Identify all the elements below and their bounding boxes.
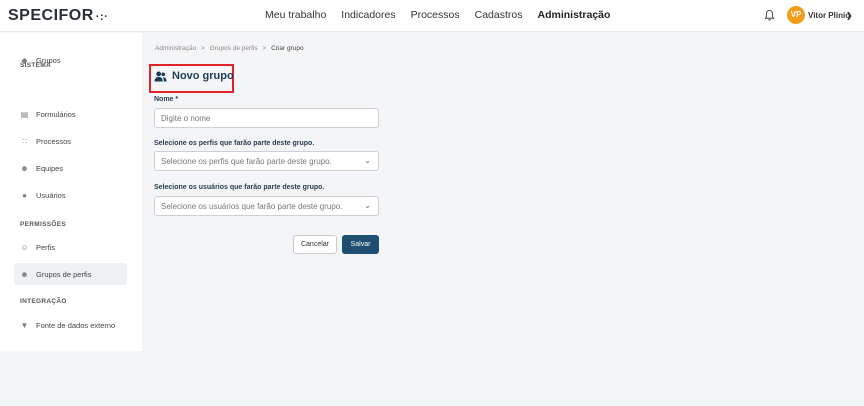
sidebar-item-label: Grupos <box>36 55 61 65</box>
main-nav: Meu trabalho Indicadores Processos Cadas… <box>265 9 625 21</box>
sidebar-item-fonte-de-dados[interactable]: ▼ Fonte de dados externo <box>14 314 127 336</box>
sidebar-item-label: Grupos de perfis <box>36 269 92 279</box>
breadcrumb-current: Criar grupo <box>271 45 304 52</box>
tag-icon: ◆ <box>21 55 28 65</box>
user-name[interactable]: Vitor Plinio <box>808 11 850 20</box>
sidebar-item-grupos[interactable]: ◆ Grupos <box>14 49 127 71</box>
profiles-label: Selecione os perfis que farão parte dest… <box>154 140 315 147</box>
logo-text: SPECIFOR <box>8 7 94 24</box>
avatar[interactable]: VP <box>787 6 805 24</box>
sidebar-item-label: Equipes <box>36 163 64 173</box>
name-label: Nome * <box>154 96 179 103</box>
cancel-button[interactable]: Cancelar <box>293 235 337 254</box>
users-icon <box>154 71 167 82</box>
logo-mark: ·:· <box>95 11 109 23</box>
nav-administracao[interactable]: Administração <box>537 9 610 21</box>
nav-processos[interactable]: Processos <box>411 9 460 21</box>
team-icon: ☻ <box>20 163 29 173</box>
profile-icon: ☺ <box>20 242 29 252</box>
users-label: Selecione os usuários que farão parte de… <box>154 184 325 191</box>
breadcrumb-grupos-de-perfis[interactable]: Grupos de perfis <box>210 45 258 52</box>
nav-indicadores[interactable]: Indicadores <box>341 9 395 21</box>
users-select-placeholder: Selecione os usuários que farão parte de… <box>161 202 343 211</box>
nav-cadastros[interactable]: Cadastros <box>475 9 523 21</box>
save-button[interactable]: Salvar <box>342 235 379 254</box>
breadcrumb-administracao[interactable]: Administração <box>155 45 196 52</box>
sidebar-item-label: Formulários <box>36 109 76 119</box>
sidebar-item-label: Fonte de dados externo <box>36 320 116 330</box>
breadcrumb-separator: > <box>201 45 205 52</box>
sidebar-item-perfis[interactable]: ☺ Perfis <box>14 236 127 258</box>
user-icon: ● <box>22 190 27 200</box>
plug-icon: ▼ <box>20 320 29 330</box>
nav-meu-trabalho[interactable]: Meu trabalho <box>265 9 326 21</box>
top-bar: SPECIFOR ·:· Meu trabalho Indicadores Pro… <box>0 0 864 32</box>
sidebar-item-usuarios[interactable]: ● Usuários <box>14 184 127 206</box>
app-logo[interactable]: SPECIFOR ·:· <box>8 7 108 25</box>
breadcrumb-separator: > <box>262 45 267 52</box>
flow-icon: ∷ <box>21 136 28 146</box>
name-input[interactable] <box>154 108 379 128</box>
sidebar-item-grupos-de-perfis[interactable]: ☻ Grupos de perfis <box>14 263 127 285</box>
sidebar-item-processos[interactable]: ∷ Processos <box>14 130 127 152</box>
profile-group-icon: ☻ <box>20 269 29 279</box>
sidebar-item-label: Perfis <box>36 242 56 252</box>
profiles-select-placeholder: Selecione os perfis que farão parte dest… <box>161 157 332 166</box>
bell-icon[interactable] <box>764 9 775 22</box>
clipboard-icon: ▤ <box>20 109 29 119</box>
breadcrumb: Administração > Grupos de perfis > Criar… <box>155 45 304 52</box>
sidebar-item-equipes[interactable]: ☻ Equipes <box>14 157 127 179</box>
sidebar-item-formularios[interactable]: ▤ Formulários <box>14 103 127 125</box>
sidebar-item-label: Usuários <box>36 190 66 200</box>
sidebar: SISTEMA ◆ Grupos ▤ Formulários ∷ Process… <box>0 33 142 351</box>
users-select[interactable]: Selecione os usuários que farão parte de… <box>154 196 379 216</box>
page-title-text: Novo grupo <box>172 70 234 82</box>
sidebar-item-label: Processos <box>36 136 72 146</box>
sidebar-section-permissoes: PERMISSÕES <box>20 221 66 228</box>
page-title: Novo grupo <box>154 70 234 82</box>
sidebar-section-integracao: INTEGRAÇÃO <box>20 298 67 305</box>
chevron-down-icon: ⌄ <box>364 156 371 165</box>
chevron-down-icon[interactable]: ❯ <box>846 11 853 20</box>
profiles-select[interactable]: Selecione os perfis que farão parte dest… <box>154 151 379 171</box>
chevron-down-icon: ⌄ <box>364 201 371 210</box>
